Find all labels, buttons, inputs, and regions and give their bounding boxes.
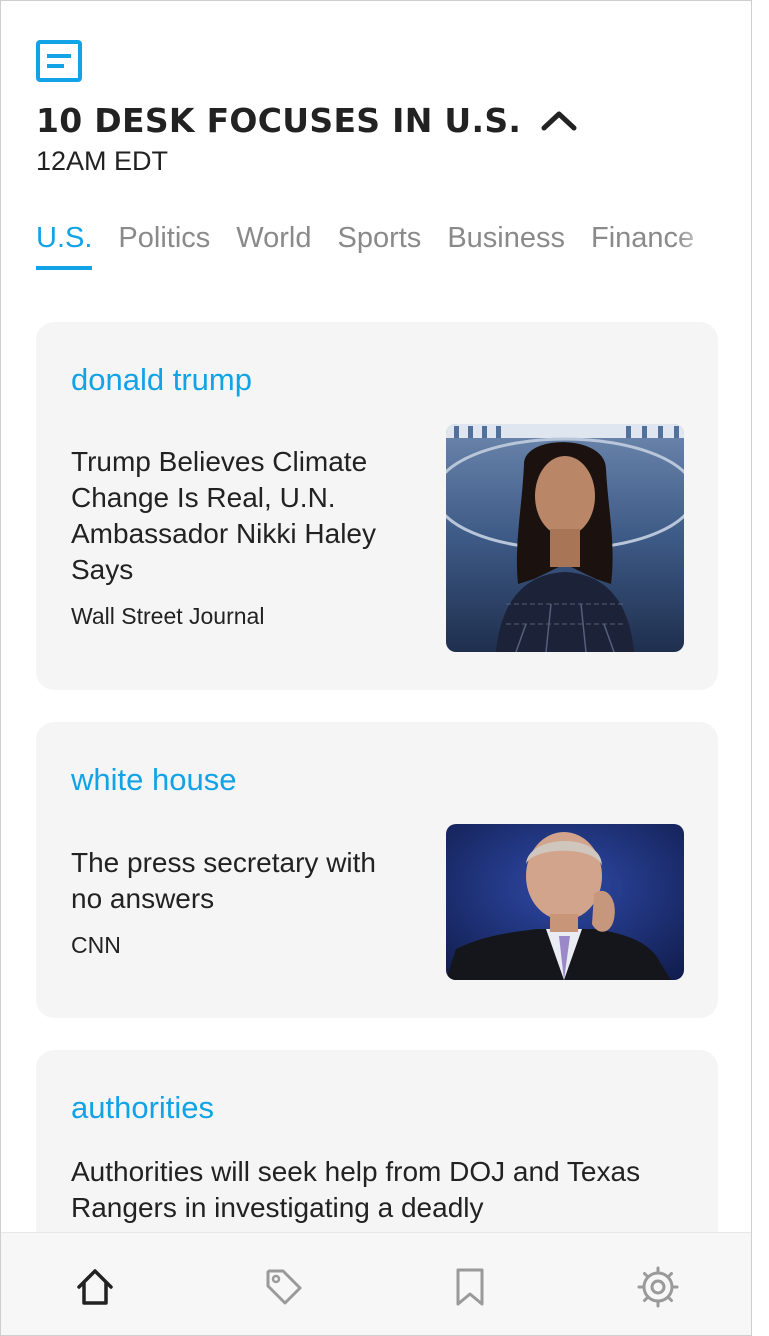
page-title: 10 DESK FOCUSES IN U.S. bbox=[36, 101, 522, 140]
story-image[interactable] bbox=[446, 424, 684, 652]
category-tabs: U.S. Politics World Sports Business Finance bbox=[36, 222, 726, 274]
story-topic[interactable]: authorities bbox=[71, 1090, 214, 1126]
tag-icon[interactable] bbox=[263, 1266, 305, 1308]
story-source: Wall Street Journal bbox=[71, 603, 265, 629]
tab-world[interactable]: World bbox=[236, 222, 311, 270]
story-headline[interactable]: Trump Believes Climate Change Is Real, U… bbox=[71, 444, 431, 588]
tabs-fade bbox=[676, 222, 726, 274]
story-card[interactable]: white house The press secretary with no … bbox=[36, 722, 718, 1018]
story-image[interactable] bbox=[446, 824, 684, 980]
story-headline[interactable]: Authorities will seek help from DOJ and … bbox=[71, 1154, 691, 1226]
story-topic[interactable]: white house bbox=[71, 762, 236, 798]
edition-time: 12AM EDT bbox=[36, 146, 169, 176]
chevron-up-icon[interactable] bbox=[541, 109, 577, 133]
bottom-tab-bar bbox=[1, 1232, 751, 1335]
tab-sports[interactable]: Sports bbox=[337, 222, 421, 270]
story-source: CNN bbox=[71, 932, 121, 958]
story-topic[interactable]: donald trump bbox=[71, 362, 252, 398]
tab-us[interactable]: U.S. bbox=[36, 222, 93, 270]
tab-politics[interactable]: Politics bbox=[118, 222, 210, 270]
header-title-row[interactable]: 10 DESK FOCUSES IN U.S. bbox=[36, 101, 577, 140]
settings-icon[interactable] bbox=[637, 1266, 679, 1308]
app-screen: 10 DESK FOCUSES IN U.S. 12AM EDT U.S. Pol… bbox=[0, 0, 752, 1336]
story-card[interactable]: donald trump Trump Believes Climate Chan… bbox=[36, 322, 718, 690]
story-headline[interactable]: The press secretary with no answers bbox=[71, 845, 401, 917]
bookmark-icon[interactable] bbox=[449, 1266, 491, 1308]
home-icon[interactable] bbox=[74, 1266, 116, 1308]
tab-business[interactable]: Business bbox=[447, 222, 565, 270]
news-list-icon[interactable] bbox=[36, 40, 82, 82]
